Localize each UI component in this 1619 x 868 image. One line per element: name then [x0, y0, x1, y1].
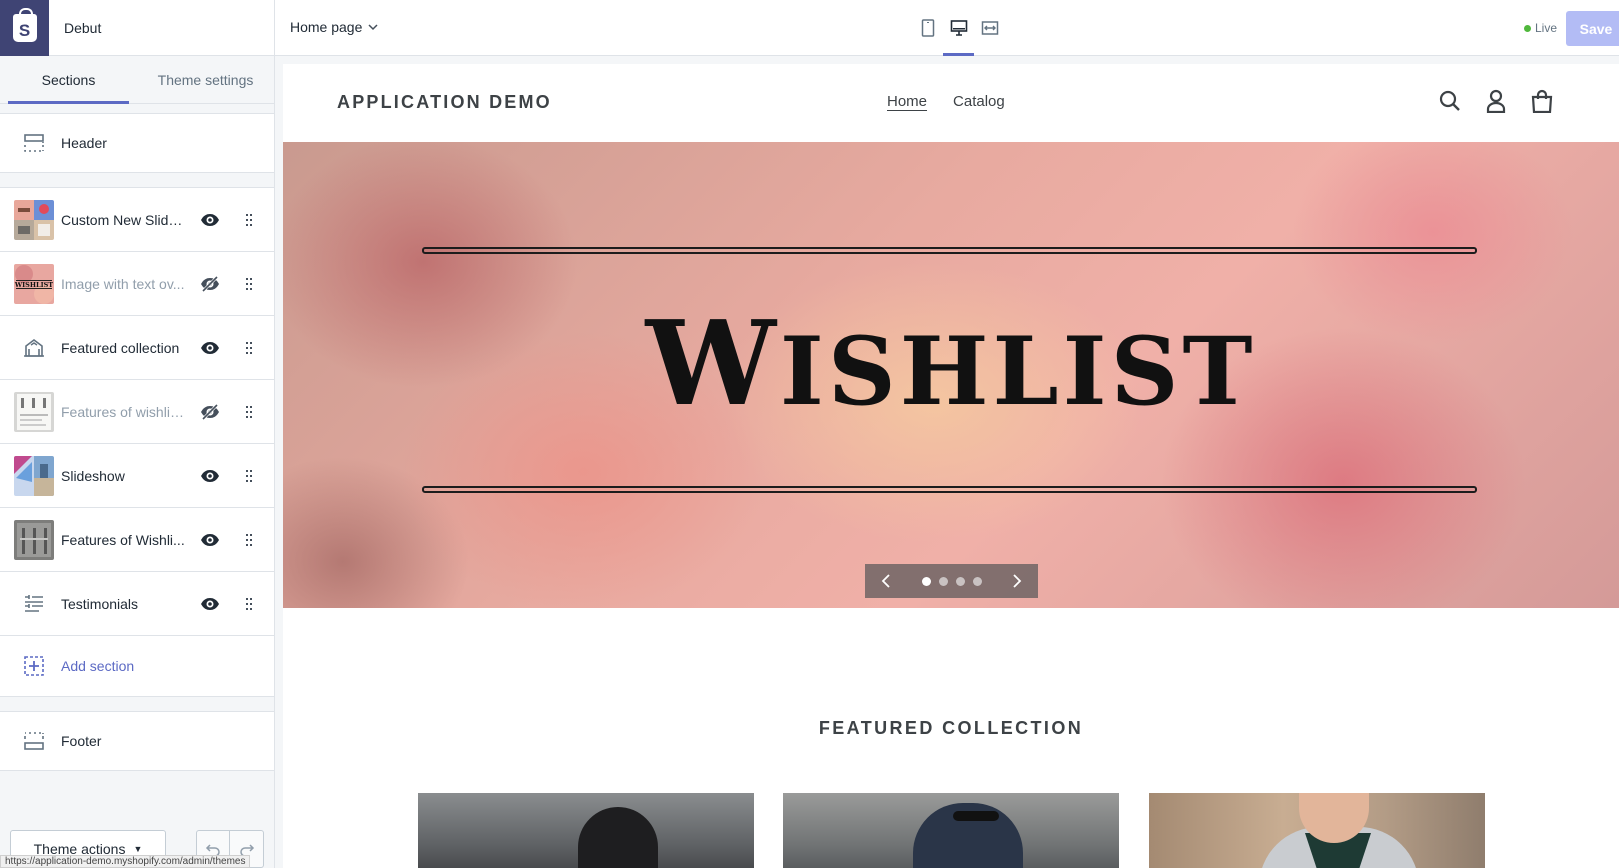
section-features-of-wishlist-1[interactable]: Features of wishlis...: [0, 380, 274, 444]
header-section-group: Header: [0, 113, 274, 173]
store-logo[interactable]: APPLICATION DEMO: [337, 92, 552, 113]
prev-slide-icon[interactable]: [881, 574, 891, 588]
sections-list: Custom New Slide... WISHLIST Image with …: [0, 187, 274, 697]
section-label: Image with text ov...: [61, 275, 185, 292]
footer-layout-icon: [14, 721, 54, 761]
drag-handle-icon[interactable]: [244, 404, 254, 420]
eye-icon[interactable]: [200, 530, 220, 550]
hero-rule-bottom: [422, 486, 1477, 493]
eye-icon[interactable]: [200, 466, 220, 486]
section-image-with-text-overlay[interactable]: WISHLIST Image with text ov...: [0, 252, 274, 316]
collection-icon: [14, 328, 54, 368]
eye-icon[interactable]: [200, 338, 220, 358]
nav-home-link[interactable]: Home: [887, 93, 927, 110]
fullscreen-icon[interactable]: [974, 12, 1005, 44]
section-label: Features of Wishli...: [61, 531, 185, 548]
section-footer[interactable]: Footer: [0, 712, 274, 770]
eye-icon[interactable]: [200, 210, 220, 230]
section-featured-collection[interactable]: Featured collection: [0, 316, 274, 380]
drag-handle-icon[interactable]: [244, 276, 254, 292]
section-slideshow[interactable]: Slideshow: [0, 444, 274, 508]
store-header: APPLICATION DEMO Home Catalog: [283, 64, 1619, 142]
tab-theme-settings[interactable]: Theme settings: [137, 56, 274, 103]
eye-icon[interactable]: [200, 594, 220, 614]
storefront-preview: APPLICATION DEMO Home Catalog WISHLIST F…: [283, 64, 1619, 868]
slide-dot[interactable]: [955, 576, 965, 586]
slide-dot[interactable]: [938, 576, 948, 586]
mobile-icon[interactable]: [912, 12, 943, 44]
slide-dot[interactable]: [921, 576, 931, 586]
chevron-down-icon: [368, 22, 378, 32]
editor-sidebar: S Debut Sections Theme settings Header C…: [0, 0, 275, 868]
section-label: Footer: [61, 733, 102, 749]
tab-sections[interactable]: Sections: [0, 56, 137, 104]
add-section-icon: [14, 646, 54, 686]
live-status: Live: [1524, 21, 1557, 35]
grey-thumbnail: [14, 519, 54, 560]
section-features-of-wishlist-2[interactable]: Features of Wishli...: [0, 508, 274, 572]
drag-handle-icon[interactable]: [244, 532, 254, 548]
drag-handle-icon[interactable]: [244, 596, 254, 612]
section-label: Custom New Slide...: [61, 211, 187, 228]
sidebar-tabs: Sections Theme settings: [0, 56, 274, 104]
shopify-logo-icon[interactable]: S: [0, 0, 49, 56]
header-layout-icon: [14, 123, 54, 163]
page-select-label: Home page: [290, 19, 363, 35]
document-thumbnail: [14, 391, 54, 432]
hero-rule-top: [422, 247, 1477, 254]
live-dot-icon: [1524, 24, 1531, 32]
section-label: Header: [61, 135, 107, 151]
section-label: Testimonials: [61, 595, 139, 612]
next-slide-icon[interactable]: [1012, 574, 1022, 588]
add-section-button[interactable]: Add section: [0, 636, 274, 696]
featured-collection-title: FEATURED COLLECTION: [818, 718, 1084, 738]
page-select-dropdown[interactable]: Home page: [290, 19, 378, 35]
product-card-image[interactable]: [783, 793, 1119, 868]
section-header[interactable]: Header: [0, 114, 274, 172]
section-testimonials[interactable]: Testimonials: [0, 572, 274, 636]
drag-handle-icon[interactable]: [244, 468, 254, 484]
theme-name: Debut: [64, 19, 102, 36]
slideshow-controls: [865, 564, 1038, 598]
store-header-icons: [1437, 88, 1575, 114]
caret-down-icon: ▼: [133, 844, 143, 854]
svg-text:WISHLIST: WISHLIST: [14, 281, 53, 289]
product-card-image[interactable]: [1149, 793, 1485, 868]
eye-hidden-icon[interactable]: [200, 402, 220, 422]
account-icon[interactable]: [1483, 88, 1509, 114]
cart-icon[interactable]: [1529, 88, 1555, 114]
save-button[interactable]: Save: [1566, 11, 1619, 46]
search-icon[interactable]: [1437, 88, 1463, 114]
device-switcher: [912, 12, 1005, 56]
section-custom-new-slide[interactable]: Custom New Slide...: [0, 188, 274, 252]
drag-handle-icon[interactable]: [244, 340, 254, 356]
hero-slideshow: WISHLIST: [283, 142, 1619, 608]
desktop-icon[interactable]: [943, 12, 974, 56]
hero-heading: WISHLIST: [283, 306, 1619, 422]
hero-heading-rest: ISHLIST: [779, 317, 1257, 427]
slide-dot[interactable]: [972, 576, 982, 586]
sidebar-top: S Debut: [0, 0, 274, 56]
slideshow-thumbnail: [14, 455, 54, 496]
hero-heading-initial: W: [645, 296, 780, 432]
editor-topbar: Home page Live Save: [275, 0, 1619, 56]
nav-catalog-link[interactable]: Catalog: [953, 93, 1005, 110]
text-lines-icon: [14, 584, 54, 624]
footer-section-group: Footer: [0, 711, 274, 771]
product-card-image[interactable]: [418, 793, 754, 868]
section-label: Featured collection: [61, 339, 180, 356]
store-nav: Home Catalog: [887, 93, 1031, 110]
add-section-label: Add section: [61, 658, 135, 674]
drag-handle-icon[interactable]: [244, 212, 254, 228]
section-label: Slideshow: [61, 467, 125, 484]
collage-thumbnail: [14, 199, 54, 240]
section-label: Features of wishlis...: [61, 403, 187, 420]
slide-dots: [918, 576, 986, 586]
browser-status-url: https://application-demo.myshopify.com/a…: [0, 855, 251, 868]
wishlist-banner-thumbnail: WISHLIST: [14, 263, 54, 304]
live-label: Live: [1535, 21, 1558, 35]
eye-hidden-icon[interactable]: [200, 274, 220, 294]
